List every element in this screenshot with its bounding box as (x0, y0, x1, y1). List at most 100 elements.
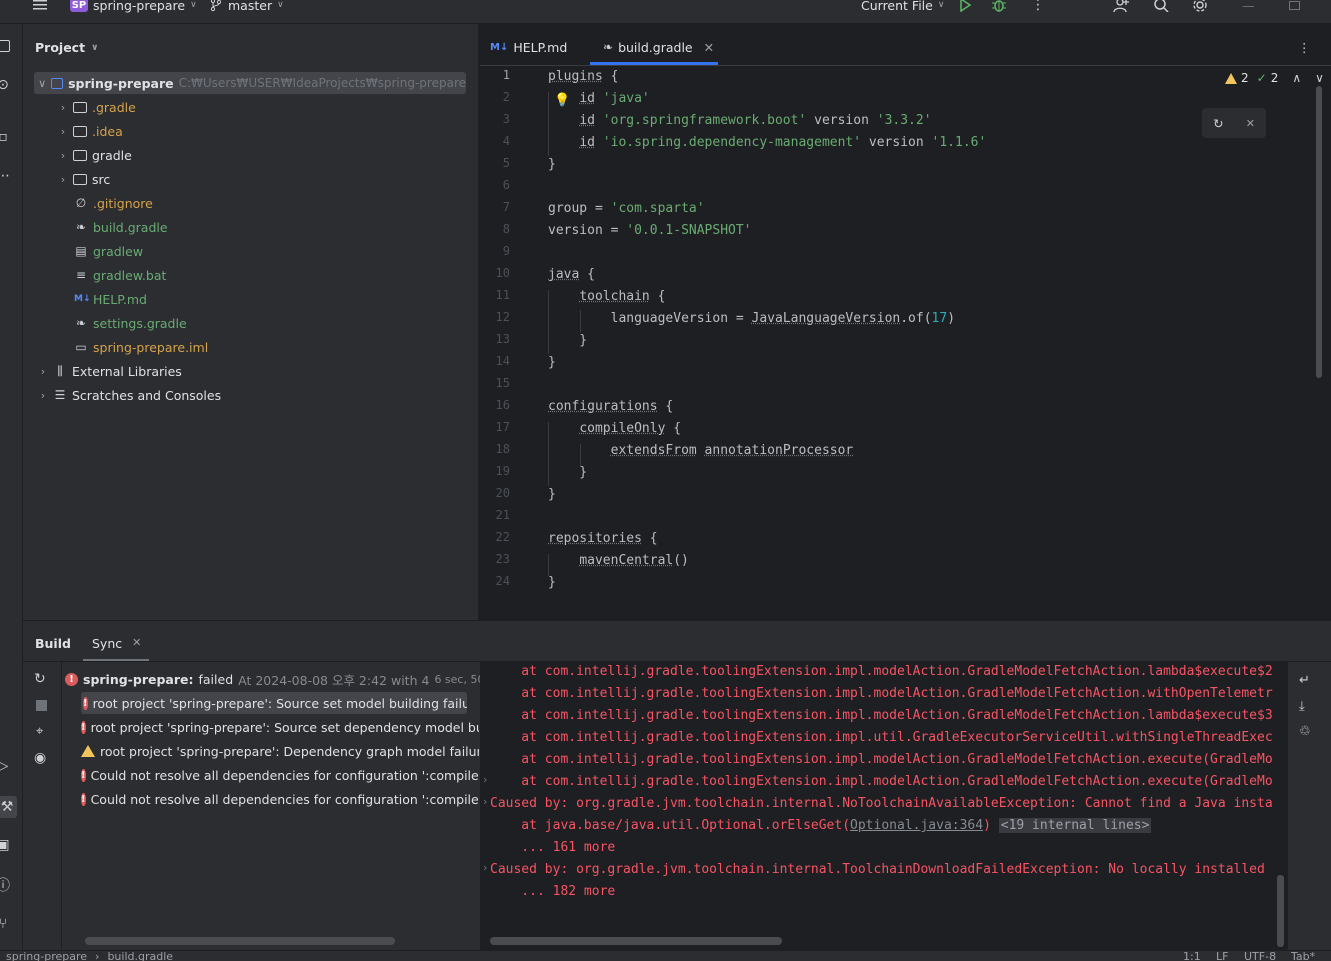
tree-scratches[interactable]: › ☰ Scratches and Consoles (38, 384, 221, 406)
close-tab-icon[interactable]: ✕ (132, 636, 141, 651)
code-line-16: configurations { (548, 396, 673, 418)
line-number: 24 (480, 574, 510, 588)
caret-position[interactable]: 1:1 (1183, 952, 1201, 961)
add-user-icon[interactable] (1113, 0, 1129, 12)
expand-arrow-icon[interactable]: ∨ (38, 77, 46, 90)
terminal-tool-icon[interactable]: ▣ (0, 836, 12, 854)
build-tree-scrollbar[interactable] (85, 937, 395, 945)
structure-tool-icon[interactable]: ▫ (0, 128, 12, 146)
editor-scrollbar[interactable] (1316, 86, 1322, 378)
internal-lines-toggle[interactable]: <19 internal lines> (999, 818, 1152, 833)
expand-arrow-icon[interactable]: › (58, 173, 68, 186)
build-item[interactable]: ! root project 'spring-prepare': Source s… (81, 716, 479, 738)
expand-arrow-icon[interactable]: › (58, 125, 68, 138)
tab-build-gradle[interactable]: ❧ build.gradle ✕ (603, 38, 714, 56)
git-tool-icon[interactable]: ⑂ (0, 915, 12, 933)
more-tools-icon[interactable]: ⋯ (0, 167, 12, 185)
project-switcher[interactable]: SP spring-prepare ∨ (70, 0, 197, 12)
line-number: 7 (480, 200, 510, 214)
close-icon[interactable]: ✕ (1246, 117, 1255, 130)
tree-item[interactable]: ∅ .gitignore (74, 192, 153, 214)
tree-item[interactable]: › gradle (58, 144, 132, 166)
chevron-down-icon: ∨ (91, 43, 98, 53)
trash-icon[interactable]: ♲ (1299, 724, 1311, 739)
expand-arrow-icon[interactable]: › (58, 149, 68, 162)
expand-arrow-icon[interactable]: › (483, 773, 487, 786)
run-icon[interactable] (958, 0, 972, 12)
problems-tool-icon[interactable]: ⓘ (0, 876, 12, 894)
console-h-scrollbar[interactable] (490, 937, 782, 945)
tab-build[interactable]: Build (35, 636, 71, 651)
tree-root-spring-prepare[interactable]: ∨ spring-prepare C:₩Users₩USER₩IdeaProje… (34, 72, 466, 94)
tree-item[interactable]: ≡ gradlew.bat (74, 264, 166, 286)
line-number: 22 (480, 530, 510, 544)
breadcrumb-file[interactable]: build.gradle (107, 952, 173, 961)
file-encoding[interactable]: UTF-8 (1244, 952, 1276, 961)
expand-arrow-icon[interactable]: › (483, 795, 487, 808)
console-link[interactable]: Optional.java:364 (850, 818, 983, 833)
tree-item[interactable]: ▤ gradlew (74, 240, 143, 262)
tool-window-strip: ⊙ ▫ ⋯ ▷ ⚒ ▣ ⓘ ⑂ (0, 24, 23, 950)
branch-switcher[interactable]: master ∨ (209, 0, 284, 12)
debug-icon[interactable] (991, 0, 1007, 12)
minimize-icon[interactable]: — (1242, 0, 1255, 12)
tree-item[interactable]: ❧ build.gradle (74, 216, 168, 238)
build-item[interactable]: ! Could not resolve all dependencies for … (81, 788, 479, 810)
build-tool-icon[interactable]: ⚒ (0, 796, 17, 818)
tree-item[interactable]: ❧ settings.gradle (74, 312, 187, 334)
tree-item[interactable]: M↓ HELP.md (74, 288, 147, 310)
project-panel-header[interactable]: Project ∨ (35, 40, 98, 55)
tab-options-icon[interactable]: ⋮ (1298, 38, 1311, 56)
project-tool-icon[interactable] (0, 37, 12, 55)
line-number: 2 (480, 90, 510, 104)
tab-sync[interactable]: Sync ✕ (92, 636, 141, 651)
tree-item[interactable]: ▭ spring-prepare.iml (74, 336, 208, 358)
code-line-3: id 'org.springframework.boot' version '3… (548, 110, 932, 132)
expand-arrow-icon[interactable]: › (38, 365, 48, 378)
build-item[interactable]: ! root project 'spring-prepare': Source s… (81, 692, 467, 714)
tree-item[interactable]: › .gradle (58, 96, 136, 118)
tree-item-label: build.gradle (93, 220, 168, 235)
run-config-selector[interactable]: Current File ∨ (861, 0, 944, 12)
line-separator[interactable]: LF (1216, 952, 1228, 961)
build-item[interactable]: ! Could not resolve all dependencies for … (81, 764, 479, 786)
weak-warning-count: 2 (1271, 71, 1279, 85)
breadcrumb-project[interactable]: spring-prepare (6, 952, 87, 961)
scroll-to-end-icon[interactable]: ⤓ (1299, 699, 1305, 714)
main-menu-icon[interactable] (32, 0, 48, 12)
search-icon[interactable] (1153, 0, 1169, 12)
chevron-down-icon[interactable]: ∨ (1315, 71, 1324, 85)
build-item[interactable]: root project 'spring-prepare': Dependenc… (81, 740, 479, 762)
settings-gear-icon[interactable] (1192, 0, 1208, 12)
pin-icon[interactable]: ⌖ (36, 724, 43, 739)
inspection-widget[interactable]: 2 ✓ 2 ∧ ∨ (1225, 71, 1324, 85)
build-root-row[interactable]: ! spring-prepare: failed At 2024-08-08 오… (65, 668, 511, 690)
commit-tool-icon[interactable]: ⊙ (0, 76, 12, 94)
gradle-reload-icon[interactable]: ↻ (1213, 116, 1223, 131)
chevron-up-icon[interactable]: ∧ (1292, 71, 1301, 85)
editor: M↓ HELP.md ❧ build.gradle ✕ ⋮ 2 ✓ 2 ∧ ∨ … (480, 24, 1331, 620)
eye-icon[interactable]: ◉ (34, 750, 46, 766)
tree-item[interactable]: › src (58, 168, 110, 190)
tree-external-libraries[interactable]: › ⫼ External Libraries (38, 360, 182, 382)
indent-setting[interactable]: Tab* (1291, 952, 1315, 961)
soft-wrap-icon[interactable]: ↵ (1299, 673, 1310, 688)
sync-icon[interactable]: ↻ (34, 671, 46, 687)
close-tab-icon[interactable]: ✕ (704, 40, 714, 55)
expand-arrow-icon[interactable]: › (58, 101, 68, 114)
build-root-title: spring-prepare: (83, 672, 194, 687)
project-panel-title: Project (35, 40, 85, 55)
expand-arrow-icon[interactable]: › (483, 861, 487, 874)
status-bar: spring-prepare › build.gradle 1:1 LF UTF… (0, 950, 1331, 961)
services-tool-icon[interactable]: ▷ (0, 757, 12, 775)
build-console[interactable]: at com.intellij.gradle.toolingExtension.… (480, 661, 1288, 951)
tab-help-md[interactable]: M↓ HELP.md (490, 38, 567, 56)
more-actions-icon[interactable]: ⋮ (1031, 0, 1045, 12)
expand-arrow-icon[interactable]: › (38, 389, 48, 402)
stop-icon[interactable] (36, 700, 47, 711)
console-v-scrollbar[interactable] (1277, 875, 1284, 947)
warning-count: 2 (1241, 71, 1249, 85)
tree-item[interactable]: › .idea (58, 120, 123, 142)
code-line-8: version = '0.0.1-SNAPSHOT' (548, 220, 752, 242)
maximize-icon[interactable] (1289, 0, 1300, 12)
